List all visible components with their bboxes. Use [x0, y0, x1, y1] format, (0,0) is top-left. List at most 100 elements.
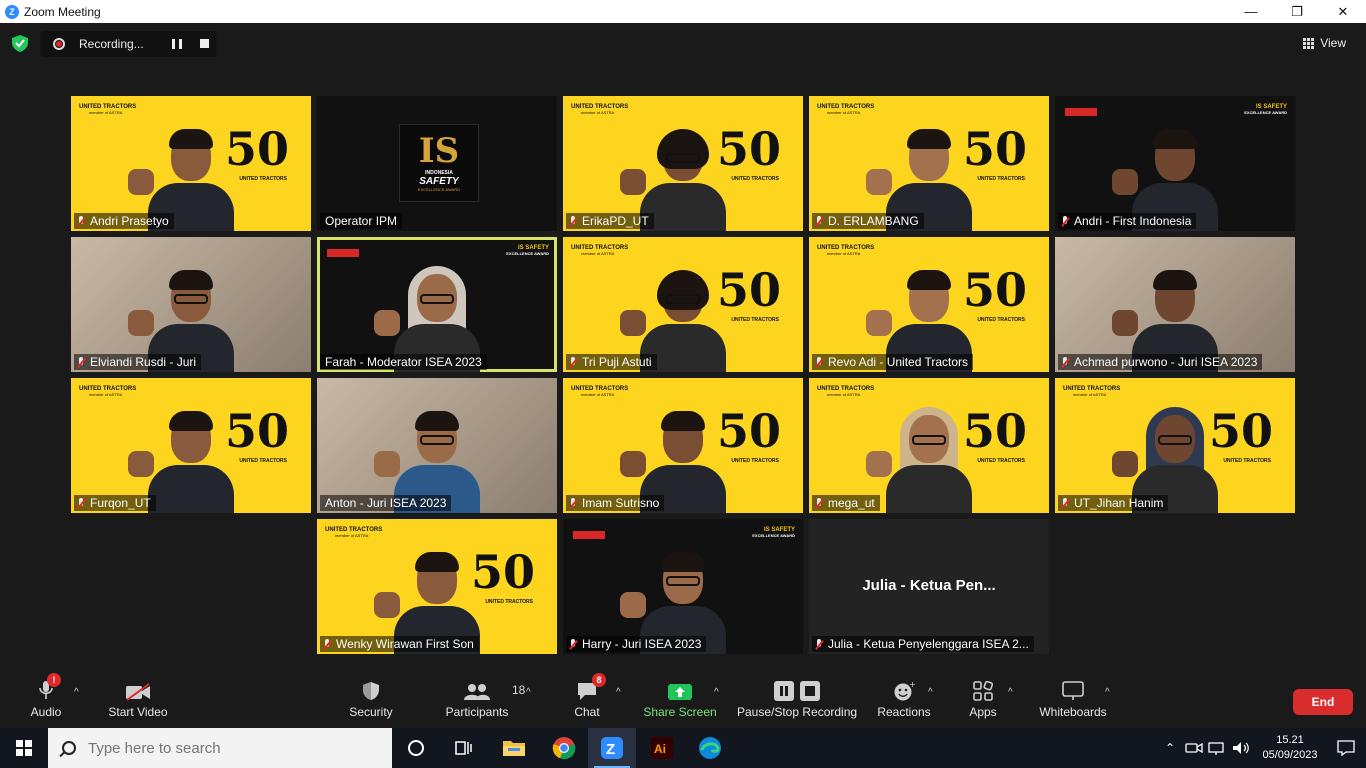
reactions-smiley-icon: + [894, 681, 915, 701]
meet-now-camera-icon[interactable] [1182, 740, 1206, 756]
stop-recording-icon[interactable] [200, 39, 209, 48]
participants-options-caret-icon[interactable]: ^ [526, 687, 531, 698]
video-tile[interactable]: UNITED TRACTORS member of ASTRA 50 UNITED… [71, 378, 311, 513]
edge-button[interactable] [686, 728, 734, 768]
video-tile[interactable]: UNITED TRACTORS member of ASTRA 50 UNITED… [809, 237, 1049, 372]
pause-stop-recording-button[interactable]: Pause/Stop Recording [737, 675, 857, 728]
50th-anniversary-logo: 50 [470, 545, 535, 599]
video-tile[interactable]: Elviandi Rusdi - Juri [71, 237, 311, 372]
video-tile[interactable]: Julia - Ketua Pen... Julia - Ketua Penyel… [809, 519, 1049, 654]
video-tile[interactable]: UNITED TRACTORS member of ASTRA 50 UNITED… [71, 96, 311, 231]
task-view-button[interactable] [440, 728, 488, 768]
video-tile[interactable]: UNITED TRACTORS member of ASTRA 50 UNITED… [809, 378, 1049, 513]
whiteboards-options-caret-icon[interactable]: ^ [1105, 687, 1110, 698]
file-explorer-button[interactable] [490, 728, 538, 768]
isea-corner-logo: IS SAFETY EXCELLENCE AWARD [1244, 104, 1287, 115]
security-label: Security [349, 705, 393, 719]
view-button[interactable]: View [1303, 36, 1346, 50]
50th-anniversary-caption: UNITED TRACTORS [731, 176, 779, 182]
security-button[interactable]: Security [348, 675, 394, 728]
video-tile[interactable]: UNITED TRACTORS member of ASTRA 50 UNITED… [317, 519, 557, 654]
audio-button[interactable]: ! Audio [28, 673, 64, 728]
svg-text:Z: Z [606, 741, 615, 758]
tray-overflow-chevron-icon[interactable]: ⌃ [1158, 741, 1182, 755]
video-gallery: UNITED TRACTORS member of ASTRA 50 UNITED… [0, 63, 1366, 675]
zoom-taskbar-button[interactable]: Z [588, 728, 636, 768]
share-options-caret-icon[interactable]: ^ [714, 687, 719, 698]
recording-indicator: Recording... [41, 31, 217, 57]
minimize-button[interactable]: — [1228, 0, 1274, 23]
isea-corner-logo: IS SAFETY EXCELLENCE AWARD [506, 245, 549, 256]
encryption-shield-icon[interactable] [12, 35, 28, 52]
end-meeting-button[interactable]: End [1293, 689, 1353, 715]
participants-button[interactable]: 18 Participants [445, 675, 526, 728]
taskbar-clock[interactable]: 15.21 05/09/2023 [1254, 733, 1326, 763]
search-icon [62, 741, 76, 755]
chat-options-caret-icon[interactable]: ^ [616, 687, 621, 698]
muted-mic-icon [569, 497, 577, 509]
notification-center-button[interactable] [1326, 740, 1366, 756]
video-tile[interactable]: UNITED TRACTORS member of ASTRA 50 UNITED… [1055, 378, 1295, 513]
muted-mic-icon [815, 497, 823, 509]
participant-name-tag: D. ERLAMBANG [812, 213, 924, 229]
illustrator-button[interactable]: Ai [638, 728, 686, 768]
participant-name: Furqon_UT [90, 496, 151, 510]
video-tile[interactable]: IS INDONESIA SAFETY EXCELLENCE AWARD Oper… [317, 96, 557, 231]
video-tile[interactable]: UNITED TRACTORS member of ASTRA 50 UNITED… [563, 96, 803, 231]
video-tile[interactable]: Anton - Juri ISEA 2023 [317, 378, 557, 513]
edge-icon [699, 737, 721, 759]
50th-anniversary-caption: UNITED TRACTORS [1223, 458, 1271, 464]
muted-mic-icon [1061, 356, 1069, 368]
video-tile[interactable]: UNITED TRACTORS member of ASTRA 50 UNITED… [563, 237, 803, 372]
indonesia-tag-logo [327, 249, 359, 257]
apps-button[interactable]: Apps [966, 675, 1000, 728]
chrome-button[interactable] [540, 728, 588, 768]
50th-anniversary-logo: 50 [962, 263, 1027, 317]
pause-recording-icon[interactable] [172, 39, 182, 49]
apps-options-caret-icon[interactable]: ^ [1008, 687, 1013, 698]
50th-anniversary-logo: 50 [1208, 404, 1273, 458]
start-video-button[interactable]: Start Video [106, 675, 170, 728]
video-tile[interactable]: UNITED TRACTORS member of ASTRA 50 UNITED… [563, 378, 803, 513]
reactions-options-caret-icon[interactable]: ^ [928, 687, 933, 698]
meeting-toolbar: ! Audio ^ Start Video Security 18 Partic… [0, 673, 1366, 728]
network-icon[interactable] [1206, 740, 1230, 756]
close-button[interactable]: ✕ [1320, 0, 1366, 23]
clock-date: 05/09/2023 [1262, 749, 1318, 761]
taskbar-search[interactable] [48, 728, 392, 768]
svg-text:+: + [909, 681, 915, 689]
50th-anniversary-caption: UNITED TRACTORS [977, 317, 1025, 323]
start-button[interactable] [0, 728, 48, 768]
volume-icon[interactable] [1230, 740, 1254, 756]
participant-name-tag: Harry - Juri ISEA 2023 [566, 636, 707, 652]
share-screen-button[interactable]: Share Screen [643, 675, 717, 728]
participant-name-tag: ErikaPD_UT [566, 213, 654, 229]
muted-mic-icon [569, 215, 577, 227]
pause-icon [774, 681, 794, 701]
50th-anniversary-logo: 50 [716, 122, 781, 176]
meeting-info-bar: Recording... View [0, 23, 1366, 63]
search-input[interactable] [88, 739, 378, 757]
participant-name: Operator IPM [325, 214, 398, 228]
video-tile[interactable]: Achmad purwono - Juri ISEA 2023 [1055, 237, 1295, 372]
participant-video [128, 405, 234, 513]
view-label: View [1320, 36, 1346, 50]
united-tractors-logo: UNITED TRACTORS member of ASTRA [571, 386, 629, 397]
chat-button[interactable]: 8 Chat [572, 673, 606, 728]
system-tray: ⌃ 15.21 05/09/2023 [1158, 728, 1366, 768]
reactions-button[interactable]: + Reactions [876, 675, 932, 728]
video-tile[interactable]: IS SAFETY EXCELLENCE AWARD Farah - Moder… [317, 237, 557, 372]
audio-options-caret-icon[interactable]: ^ [74, 687, 79, 698]
participant-name-tag: Wenky Wirawan First Son [320, 636, 479, 652]
participant-name: Harry - Juri ISEA 2023 [582, 637, 702, 651]
video-tile[interactable]: IS SAFETY EXCELLENCE AWARD Andri - First… [1055, 96, 1295, 231]
maximize-button[interactable]: ❐ [1274, 0, 1320, 23]
participant-video [866, 405, 972, 513]
50th-anniversary-logo: 50 [962, 122, 1027, 176]
video-tile[interactable]: UNITED TRACTORS member of ASTRA 50 UNITED… [809, 96, 1049, 231]
participants-label: Participants [445, 705, 509, 719]
whiteboards-button[interactable]: Whiteboards [1038, 675, 1108, 728]
video-tile[interactable]: IS SAFETY EXCELLENCE AWARD Harry - Juri … [563, 519, 803, 654]
participant-name-tag: Anton - Juri ISEA 2023 [320, 495, 452, 511]
cortana-button[interactable] [392, 728, 440, 768]
